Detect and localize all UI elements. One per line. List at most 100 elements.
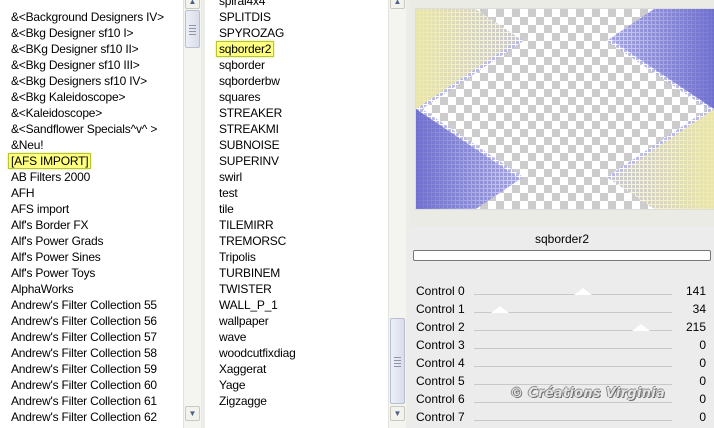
- control-slider[interactable]: Control 2 215: [414, 318, 712, 336]
- category-item[interactable]: Alf's Power Toys: [11, 265, 95, 281]
- scroll-down-button[interactable]: ▼: [390, 406, 405, 421]
- scrollbar-thumb[interactable]: [185, 10, 200, 48]
- filter-item[interactable]: Xaggerat: [219, 361, 266, 377]
- category-item-label: Andrew's Filter Collection 55: [11, 298, 157, 312]
- category-item[interactable]: Andrew's Filter Collection 61: [11, 393, 157, 409]
- filter-item[interactable]: TREMORSC: [219, 233, 286, 249]
- filter-item[interactable]: Zigzagge: [219, 393, 267, 409]
- control-value[interactable]: 0: [699, 356, 706, 370]
- category-item[interactable]: &<Bkg Designers sf10 IV>: [11, 73, 147, 89]
- chevron-down-icon: ▼: [393, 409, 402, 418]
- slider-track[interactable]: [474, 366, 672, 367]
- control-slider[interactable]: Control 1 34: [414, 300, 712, 318]
- filter-item[interactable]: sqborderbw: [219, 73, 280, 89]
- filter-item[interactable]: woodcutfixdiag: [219, 345, 296, 361]
- slider-thumb[interactable]: [631, 324, 650, 331]
- filter-item[interactable]: Tripolis: [219, 249, 256, 265]
- filter-item[interactable]: TWISTER: [219, 281, 272, 297]
- scrollbar-thumb[interactable]: [390, 318, 405, 404]
- slider-track[interactable]: [474, 294, 672, 295]
- control-value[interactable]: 0: [699, 374, 706, 388]
- filter-item[interactable]: sqborder2: [216, 41, 275, 57]
- category-item[interactable]: &<Bkg Kaleidoscope>: [11, 89, 125, 105]
- control-slider[interactable]: Control 3 0: [414, 336, 712, 354]
- filter-scrollbar[interactable]: ▲ ▼: [388, 0, 406, 428]
- category-item-label: &<Bkg Designer sf10 I>: [11, 26, 134, 40]
- control-slider[interactable]: Control 0 141: [414, 282, 712, 300]
- category-item[interactable]: AFH: [11, 185, 35, 201]
- filter-item[interactable]: STREAKMI: [219, 121, 279, 137]
- control-value[interactable]: 0: [699, 392, 706, 406]
- category-item[interactable]: Andrew's Filter Collection 56: [11, 313, 157, 329]
- category-item[interactable]: Andrew's Filter Collection 59: [11, 361, 157, 377]
- filter-item[interactable]: WALL_P_1: [219, 297, 278, 313]
- category-item[interactable]: [AFS IMPORT]: [8, 153, 92, 169]
- category-item[interactable]: Andrew's Filter Collection 58: [11, 345, 157, 361]
- filter-item[interactable]: spiral4x4: [219, 0, 265, 9]
- filter-item[interactable]: test: [219, 185, 238, 201]
- category-item[interactable]: Andrew's Filter Collection 55: [11, 297, 157, 313]
- category-item[interactable]: Alf's Border FX: [11, 217, 89, 233]
- control-value[interactable]: 141: [686, 284, 706, 298]
- category-list[interactable]: &<Background Designers IV> &<Bkg Designer…: [0, 0, 183, 428]
- category-item[interactable]: &Neu!: [11, 137, 44, 153]
- category-item[interactable]: Alf's Power Grads: [11, 233, 103, 249]
- control-slider[interactable]: Control 7 0: [414, 408, 712, 426]
- filter-item[interactable]: SUBNOISE: [219, 137, 280, 153]
- slider-thumb[interactable]: [574, 288, 593, 295]
- filter-item[interactable]: SPLITDIS: [219, 9, 271, 25]
- filter-item[interactable]: TILEMIRR: [219, 217, 274, 233]
- category-item[interactable]: &<Background Designers IV>: [11, 9, 164, 25]
- control-value[interactable]: 0: [699, 338, 706, 352]
- filter-item[interactable]: sqborder: [219, 57, 265, 73]
- filter-list[interactable]: spiral4x4 SPLITDIS SPYROZAG sqborder2 sqbord…: [205, 0, 388, 428]
- filter-item[interactable]: Yage: [219, 377, 246, 393]
- filter-name-label: sqborder2: [534, 232, 590, 246]
- scroll-down-button[interactable]: ▼: [185, 406, 200, 421]
- filter-item[interactable]: SUPERINV: [219, 153, 279, 169]
- control-slider[interactable]: Control 4 0: [414, 354, 712, 372]
- category-item-label: Alf's Power Grads: [11, 234, 104, 248]
- slider-track[interactable]: [474, 420, 672, 421]
- scroll-up-button[interactable]: ▲: [185, 0, 200, 9]
- category-item[interactable]: &<Kaleidoscope>: [11, 105, 102, 121]
- filter-item[interactable]: SPYROZAG: [219, 25, 284, 41]
- category-item[interactable]: &<Bkg Designer sf10 III>: [11, 57, 140, 73]
- category-item-label: AFS import: [11, 202, 70, 216]
- progress-bar: [413, 250, 711, 261]
- filter-item[interactable]: TURBINEM: [219, 265, 280, 281]
- filter-item[interactable]: swirl: [219, 169, 242, 185]
- category-item-label: Andrew's Filter Collection 57: [11, 330, 157, 344]
- category-item[interactable]: Andrew's Filter Collection 57: [11, 329, 157, 345]
- filter-item-label: SPLITDIS: [219, 10, 271, 24]
- filter-item-label: wallpaper: [219, 314, 269, 328]
- category-item[interactable]: AlphaWorks: [11, 281, 74, 297]
- filter-item-label: Xaggerat: [219, 362, 267, 376]
- filter-item-label: STREAKMI: [219, 122, 279, 136]
- category-item[interactable]: Alf's Power Sines: [11, 249, 101, 265]
- category-item[interactable]: AB Filters 2000: [11, 169, 90, 185]
- slider-track[interactable]: [474, 348, 672, 349]
- category-item[interactable]: &<BKg Designer sf10 II>: [11, 41, 139, 57]
- category-item[interactable]: AFS import: [11, 201, 69, 217]
- category-item[interactable]: &<Sandflower Specials^v^ >: [11, 121, 157, 137]
- category-item-label: Andrew's Filter Collection 62: [11, 410, 157, 424]
- scroll-up-button[interactable]: ▲: [390, 0, 405, 9]
- slider-track[interactable]: [474, 402, 672, 403]
- control-value[interactable]: 215: [686, 320, 706, 334]
- filter-item[interactable]: wave: [219, 329, 246, 345]
- chevron-down-icon: ▼: [188, 409, 197, 418]
- slider-thumb[interactable]: [491, 306, 510, 313]
- control-value[interactable]: 34: [693, 302, 706, 316]
- filter-item[interactable]: wallpaper: [219, 313, 269, 329]
- category-scrollbar[interactable]: ▲ ▼: [183, 0, 201, 428]
- control-value[interactable]: 0: [699, 410, 706, 424]
- category-item[interactable]: Andrew's Filter Collection 62: [11, 409, 157, 425]
- category-item-label: Alf's Power Sines: [11, 250, 101, 264]
- slider-track[interactable]: [474, 384, 672, 385]
- category-item[interactable]: &<Bkg Designer sf10 I>: [11, 25, 134, 41]
- filter-item[interactable]: squares: [219, 89, 260, 105]
- filter-item[interactable]: STREAKER: [219, 105, 282, 121]
- category-item[interactable]: Andrew's Filter Collection 60: [11, 377, 157, 393]
- filter-item[interactable]: tile: [219, 201, 234, 217]
